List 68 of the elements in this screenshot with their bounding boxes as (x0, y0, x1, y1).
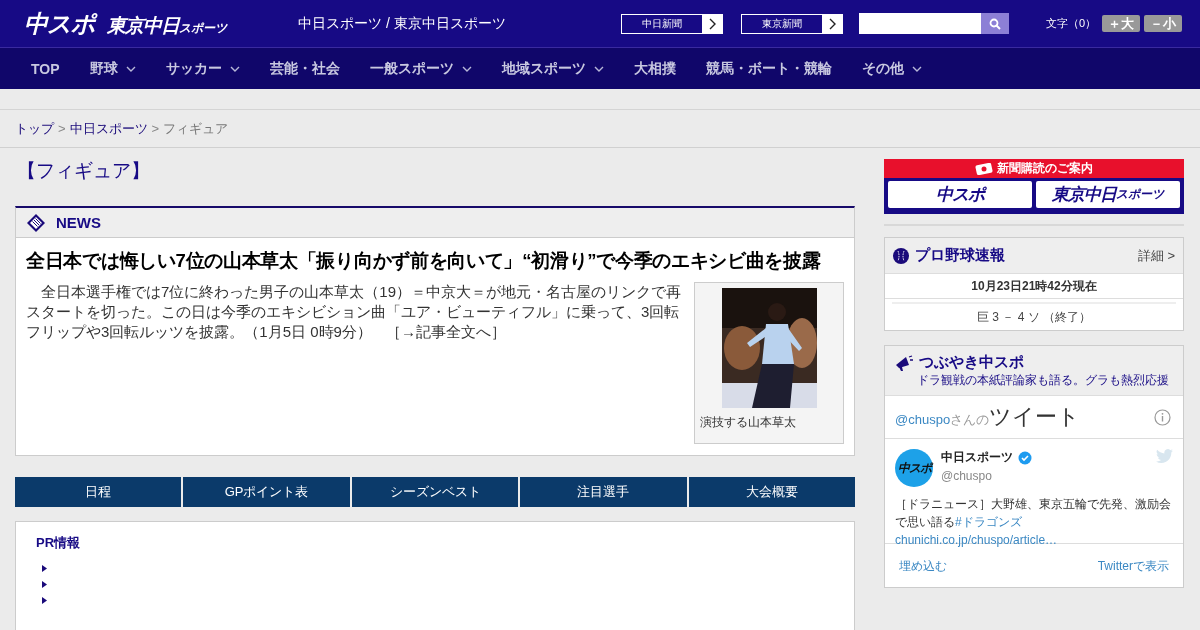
search-field[interactable] (859, 13, 981, 34)
nav-item[interactable]: その他 (861, 59, 922, 78)
chevron-down-icon[interactable] (229, 65, 240, 72)
news-summary: 全日本選手権では7位に終わった男子の山本草太（19）＝中京大＝が地元・名古屋のリンクで再スタートを切った。この日は今季のエキシビション曲「ユア・ビューティフル」に乗って、3回転フリップや3回転ルッツを披露。（1月5日 0時9分） ［→記事全文へ］ (26, 282, 683, 342)
chevron-down-icon[interactable] (461, 65, 472, 72)
nav-item[interactable]: 芸能・社会 (269, 59, 340, 78)
article-link[interactable]: chunichi.co.jp/chuspo/article… (895, 533, 1058, 547)
nav-item[interactable]: 一般スポーツ (369, 59, 472, 78)
section-title: NEWS (56, 214, 101, 231)
current-page-label: フィギュア (163, 119, 229, 138)
photo-caption: 演技する山本草太 (700, 414, 796, 431)
view-on-twitter-link[interactable]: Twitterで表示 (1097, 558, 1169, 575)
nav-item[interactable]: 野球 (89, 59, 136, 78)
nav-item[interactable]: TOP (31, 60, 60, 77)
newspaper-link[interactable]: 中日新聞 (621, 13, 723, 34)
nav-item[interactable]: 大相撲 (633, 59, 676, 78)
author-handle[interactable]: @chuspo (941, 469, 1148, 483)
panel-subtitle: ドラ観戦の本紙評論家も語る。グラも熱烈応援 (917, 372, 1170, 389)
breadcrumb-separator: > (58, 121, 66, 136)
paper-logo[interactable]: 中スポ (888, 181, 1032, 208)
section-tab[interactable]: 注目選手 (520, 477, 687, 507)
ticket-icon (975, 162, 993, 175)
baseball-icon (893, 247, 909, 264)
sub-logo[interactable]: 東京中日スポーツ (107, 12, 227, 39)
detail-link[interactable]: 詳細 > (1137, 246, 1175, 265)
author-name[interactable]: 中日スポーツ (941, 449, 1013, 466)
pr-title: PR情報 (36, 534, 82, 552)
paper-logo[interactable]: 東京中日スポーツ (1036, 181, 1180, 208)
panel-title: プロ野球速報 (915, 246, 1005, 265)
read-more-link[interactable]: ［→記事全文へ］ (385, 323, 506, 340)
newspaper-link[interactable]: 東京新聞 (741, 13, 843, 34)
breadcrumb-link[interactable]: 中日スポーツ (69, 119, 148, 138)
breadcrumb-separator: > (151, 121, 160, 136)
chevron-down-icon[interactable] (593, 65, 604, 72)
chevron-right-icon (828, 17, 836, 30)
subscription-title: 新聞購読のご案内 (997, 160, 1093, 177)
chevron-right-icon (708, 17, 716, 30)
breadcrumb-link[interactable]: トップ (15, 119, 54, 138)
site-title: 中日スポーツ / 東京中日スポーツ (298, 14, 507, 33)
nav-item[interactable]: サッカー (165, 59, 240, 78)
subscription-banner[interactable]: 新聞購読のご案内 中スポ 東京中日スポーツ (884, 159, 1184, 214)
font-size-label: 文字（0） (1046, 16, 1097, 31)
nav-item[interactable]: 地域スポーツ (501, 59, 604, 78)
search-button[interactable] (981, 13, 1009, 34)
update-time: 10月23日21時42分現在 (885, 274, 1183, 299)
newspaper-icon (26, 212, 46, 233)
section-tab[interactable]: 大会概要 (688, 477, 856, 507)
section-tab[interactable]: シーズンベスト (351, 477, 519, 507)
bullet-icon[interactable] (42, 597, 47, 604)
chevron-down-icon[interactable] (125, 65, 136, 72)
panel-title: つぶやき中スポ (919, 353, 1024, 372)
section-tab[interactable]: 日程 (15, 477, 182, 507)
search-icon (989, 17, 1001, 30)
megaphone-icon (895, 354, 913, 371)
news-headline[interactable]: 全日本では悔しい7位の山本草太「振り向かず前を向いて」“初滑り”で今季のエキシビ曲を披露 (26, 248, 844, 274)
hashtag-link[interactable]: #ドラゴンズ (955, 515, 1022, 529)
game-score[interactable]: 巨 3 － 4 ソ （終了） (892, 302, 1176, 330)
info-icon[interactable] (1154, 408, 1171, 426)
embed-link[interactable]: 埋め込む (899, 558, 947, 575)
timeline-title: @chuspoさんのツイート (895, 403, 1081, 431)
bullet-icon[interactable] (42, 581, 47, 588)
section-tab[interactable]: GPポイント表 (183, 477, 350, 507)
tweet-text: ［ドラニュース］大野雄、東京五輪で先発、激励会で思い語る#ドラゴンズ chunichi.co.jp/chuspo/article… (895, 496, 1172, 549)
chevron-down-icon[interactable] (911, 65, 922, 72)
bullet-icon[interactable] (42, 565, 47, 572)
page-title: 【フィギュア】 (17, 159, 151, 183)
nav-item[interactable]: 競馬・ボート・競輪 (705, 59, 832, 78)
avatar[interactable]: 中スポ (895, 449, 933, 487)
